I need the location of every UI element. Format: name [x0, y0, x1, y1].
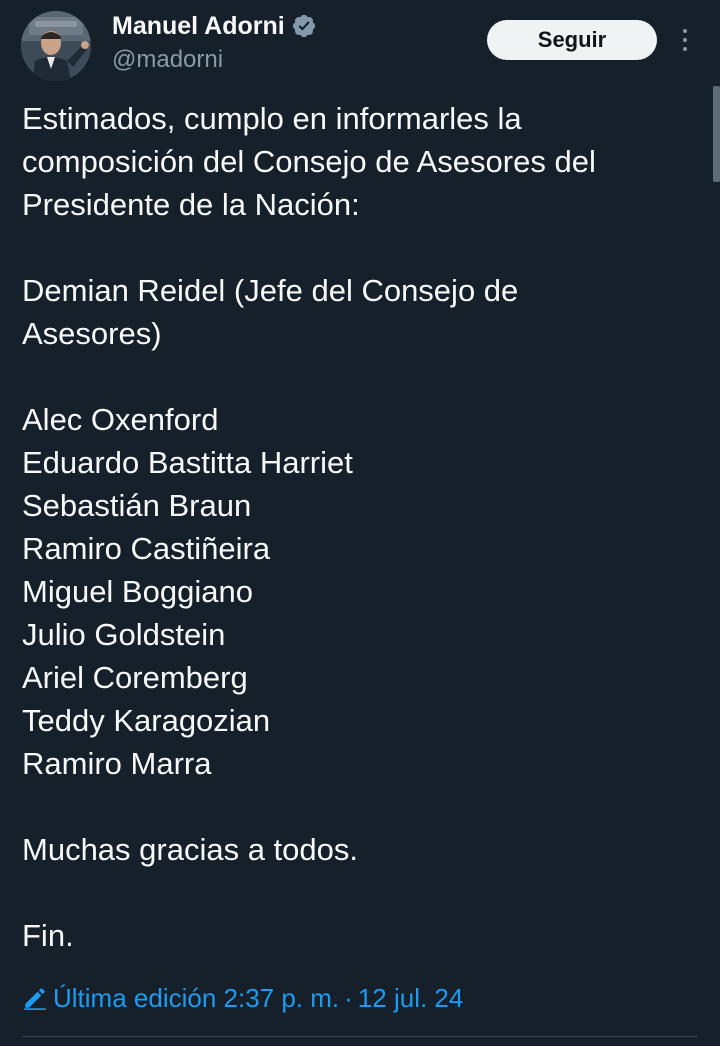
tweet-line: Asesores)	[22, 316, 162, 351]
tweet-line: Muchas gracias a todos.	[22, 832, 359, 867]
edit-separator: ·	[344, 983, 353, 1013]
tweet-line: composición del Consejo de Asesores del	[22, 144, 596, 179]
tweet-line: Miguel Boggiano	[22, 574, 253, 609]
divider	[22, 1036, 698, 1037]
tweet-line: Teddy Karagozian	[22, 703, 271, 738]
tweet-line: Presidente de la Nación:	[22, 187, 360, 222]
pencil-edit-icon	[24, 988, 46, 1010]
more-options-icon[interactable]	[672, 22, 698, 58]
author-handle[interactable]: @madorni	[112, 46, 223, 74]
avatar-photo	[21, 11, 91, 81]
tweet-header: Manuel Adorni @madorni Seguir	[0, 0, 720, 90]
avatar[interactable]	[21, 11, 91, 81]
tweet-line: Sebastián Braun	[22, 488, 252, 523]
tweet-line: Alec Oxenford	[22, 402, 219, 437]
tweet-line: Eduardo Bastitta Harriet	[22, 445, 353, 480]
tweet-text: Estimados, cumplo en informarles la compo…	[22, 97, 702, 957]
edit-label[interactable]: Última edición 2:37 p. m.	[53, 980, 339, 1016]
tweet-line: Estimados, cumplo en informarles la	[22, 101, 522, 136]
tweet-line: Ramiro Marra	[22, 746, 212, 781]
tweet-line: Julio Goldstein	[22, 617, 226, 652]
edit-history-link[interactable]: Última edición 2:37 p. m. · 12 jul. 24	[22, 980, 463, 1016]
tweet-line: Fin.	[22, 918, 74, 953]
follow-button[interactable]: Seguir	[487, 20, 657, 60]
verified-badge-icon	[292, 14, 315, 38]
tweet-line: Ariel Coremberg	[22, 660, 248, 695]
tweet-line: Demian Reidel (Jefe del Consejo de	[22, 273, 519, 308]
tweet-line: Ramiro Castiñeira	[22, 531, 271, 566]
edit-date[interactable]: 12 jul. 24	[358, 980, 464, 1016]
author-name[interactable]: Manuel Adorni	[112, 10, 285, 42]
author-name-row[interactable]: Manuel Adorni	[112, 10, 317, 42]
scrollbar[interactable]	[713, 86, 720, 182]
